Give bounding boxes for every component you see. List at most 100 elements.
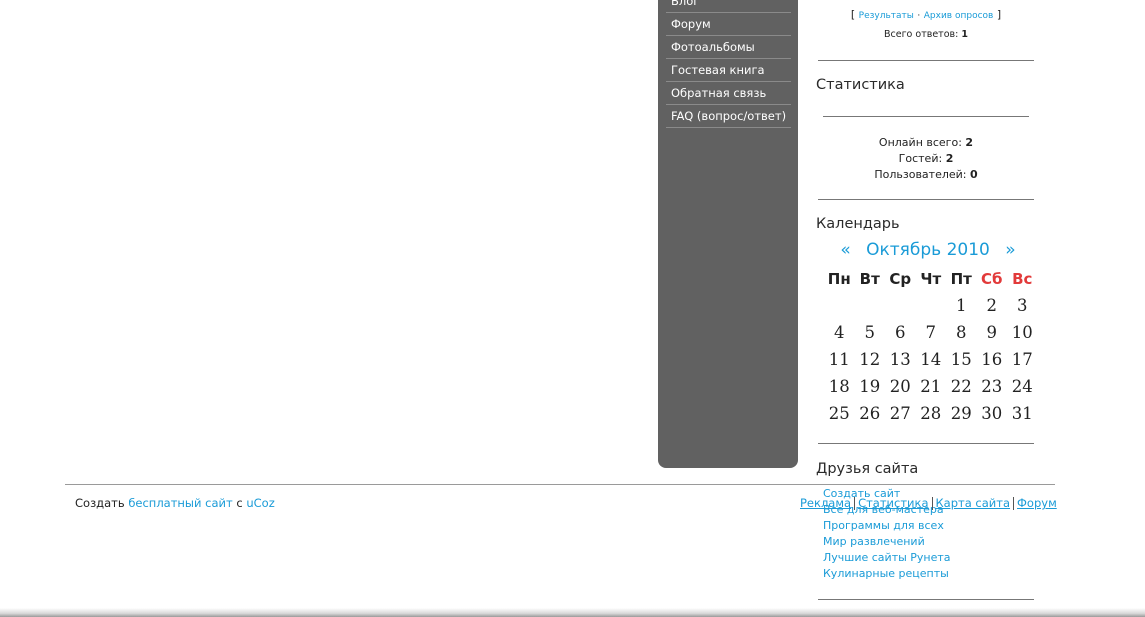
- footer-link-ads[interactable]: Реклама: [800, 496, 851, 510]
- calendar-day: 16: [981, 350, 1003, 369]
- friend-link-programs[interactable]: Программы для всех: [823, 519, 944, 532]
- divider: [818, 60, 1034, 61]
- menu-item-faq[interactable]: FAQ (вопрос/ответ): [666, 105, 791, 128]
- calendar-week-row: 4 5 6 7 8 9 10: [824, 319, 1038, 346]
- stats-online-value: 2: [965, 136, 974, 149]
- calendar-weekday: Пт: [950, 269, 972, 288]
- footer-link-forum[interactable]: Форум: [1017, 496, 1057, 510]
- stats-users-label: Пользователей:: [874, 168, 967, 181]
- divider: [818, 199, 1034, 200]
- calendar-day: 30: [981, 404, 1003, 423]
- bracket-open: [: [850, 8, 856, 21]
- calendar-day: 6: [895, 323, 906, 342]
- footer-ucoz-link[interactable]: uCoz: [246, 496, 274, 510]
- stats-online: Онлайн всего: 2: [818, 136, 1034, 149]
- calendar-day: 28: [920, 404, 942, 423]
- calendar-day: 9: [986, 323, 998, 342]
- footer-divider: [65, 484, 1055, 485]
- footer-separator: [854, 497, 856, 510]
- calendar-day: 5: [864, 323, 876, 342]
- calendar-weekday: Пн: [827, 269, 851, 288]
- calendar-day: 10: [1011, 323, 1033, 342]
- poll-archive-link[interactable]: Архив опросов: [924, 11, 994, 21]
- calendar-day: 4: [834, 323, 845, 342]
- friend-link-entertainment[interactable]: Мир развлечений: [823, 535, 925, 548]
- calendar-day: 1: [956, 296, 967, 315]
- divider: [818, 443, 1034, 444]
- footer-copyright: Создать бесплатный сайт с uCoz: [75, 496, 275, 510]
- page-bottom-shadow: [0, 608, 1145, 617]
- calendar-day: 13: [889, 350, 911, 369]
- calendar-empty-cell: [855, 292, 886, 319]
- footer-separator: [1013, 497, 1015, 510]
- stats-users: Пользователей: 0: [818, 168, 1034, 181]
- footer-with-text: с: [236, 496, 243, 510]
- calendar-prev-link[interactable]: «: [840, 240, 850, 260]
- divider: [823, 116, 1029, 117]
- menu-item-forum[interactable]: Форум: [666, 13, 791, 36]
- calendar-day: 21: [920, 377, 942, 396]
- calendar-title: Календарь: [816, 216, 900, 232]
- calendar-day: 22: [950, 377, 972, 396]
- calendar-day: 27: [889, 404, 911, 423]
- calendar-weekday: Вс: [1012, 269, 1033, 288]
- calendar-day: 24: [1011, 377, 1033, 396]
- calendar-day: 23: [981, 377, 1003, 396]
- calendar-day: 11: [828, 350, 850, 369]
- footer-link-stats[interactable]: Статистика: [858, 496, 928, 510]
- calendar-day: 31: [1011, 404, 1033, 423]
- footer-separator: [931, 497, 933, 510]
- footer-link-sitemap[interactable]: Карта сайта: [936, 496, 1011, 510]
- divider: [818, 599, 1034, 600]
- footer-free-site-link[interactable]: бесплатный сайт: [128, 496, 232, 510]
- menu-item-feedback[interactable]: Обратная связь: [666, 82, 791, 105]
- stats-online-label: Онлайн всего:: [878, 136, 962, 149]
- calendar-day: 15: [950, 350, 972, 369]
- stats-guests-label: Гостей:: [898, 152, 943, 165]
- friends-title: Друзья сайта: [816, 461, 919, 477]
- calendar-day: 17: [1011, 350, 1033, 369]
- calendar-weekday: Чт: [920, 269, 942, 288]
- dot-separator: ·: [917, 11, 921, 21]
- calendar-day: 19: [859, 377, 881, 396]
- calendar-day: 8: [956, 323, 967, 342]
- side-menu: Блог Форум Фотоальбомы Гостевая книга Об…: [658, 0, 798, 468]
- stats-guests: Гостей: 2: [818, 152, 1034, 165]
- calendar-day: 20: [889, 377, 911, 396]
- calendar-day: 7: [925, 323, 937, 342]
- calendar-weekday-row: Пн Вт Ср Чт Пт Сб Вс: [824, 265, 1038, 292]
- calendar-grid: Пн Вт Ср Чт Пт Сб Вс 1 2 3 4 5 6 7 8 9 10 11 12 13 14 15 16 17 1…: [824, 265, 1038, 427]
- poll-total-value: 1: [961, 29, 968, 40]
- calendar-day: 25: [828, 404, 850, 423]
- menu-list: Блог Форум Фотоальбомы Гостевая книга Об…: [666, 0, 791, 128]
- menu-item-guestbook[interactable]: Гостевая книга: [666, 59, 791, 82]
- menu-item-photo-albums[interactable]: Фотоальбомы: [666, 36, 791, 59]
- footer-links: Реклама Статистика Карта сайта Форум: [800, 496, 1057, 510]
- calendar-day: 14: [920, 350, 942, 369]
- menu-item-blog[interactable]: Блог: [666, 0, 791, 13]
- calendar-week-row: 25 26 27 28 29 30 31: [824, 400, 1038, 427]
- calendar-weekday: Сб: [981, 269, 1003, 288]
- friend-link-best-sites[interactable]: Лучшие сайты Рунета: [823, 551, 951, 564]
- poll-links: [ Результаты · Архив опросов ]: [818, 8, 1034, 21]
- calendar-day: 18: [828, 377, 850, 396]
- poll-results-link[interactable]: Результаты: [859, 11, 914, 21]
- friend-link-recipes[interactable]: Кулинарные рецепты: [823, 567, 949, 580]
- calendar-header: « Октябрь 2010 »: [818, 240, 1038, 260]
- calendar-week-row: 11 12 13 14 15 16 17: [824, 346, 1038, 373]
- footer-create-text: Создать: [75, 496, 125, 510]
- calendar-weekday: Ср: [889, 269, 912, 288]
- calendar-day: 2: [986, 296, 998, 315]
- calendar-day: 29: [950, 404, 972, 423]
- calendar-day: 12: [859, 350, 881, 369]
- poll-total-label: Всего ответов:: [883, 29, 959, 40]
- calendar-empty-cell: [885, 292, 916, 319]
- calendar-weekday: Вт: [859, 269, 880, 288]
- calendar-day: 26: [859, 404, 881, 423]
- calendar-day: 3: [1017, 296, 1028, 315]
- stats-users-value: 0: [970, 168, 978, 181]
- calendar-next-link[interactable]: »: [1005, 240, 1015, 260]
- calendar-month-link[interactable]: Октябрь 2010: [866, 240, 990, 260]
- stats-guests-value: 2: [945, 152, 954, 165]
- poll-total: Всего ответов: 1: [818, 29, 1034, 40]
